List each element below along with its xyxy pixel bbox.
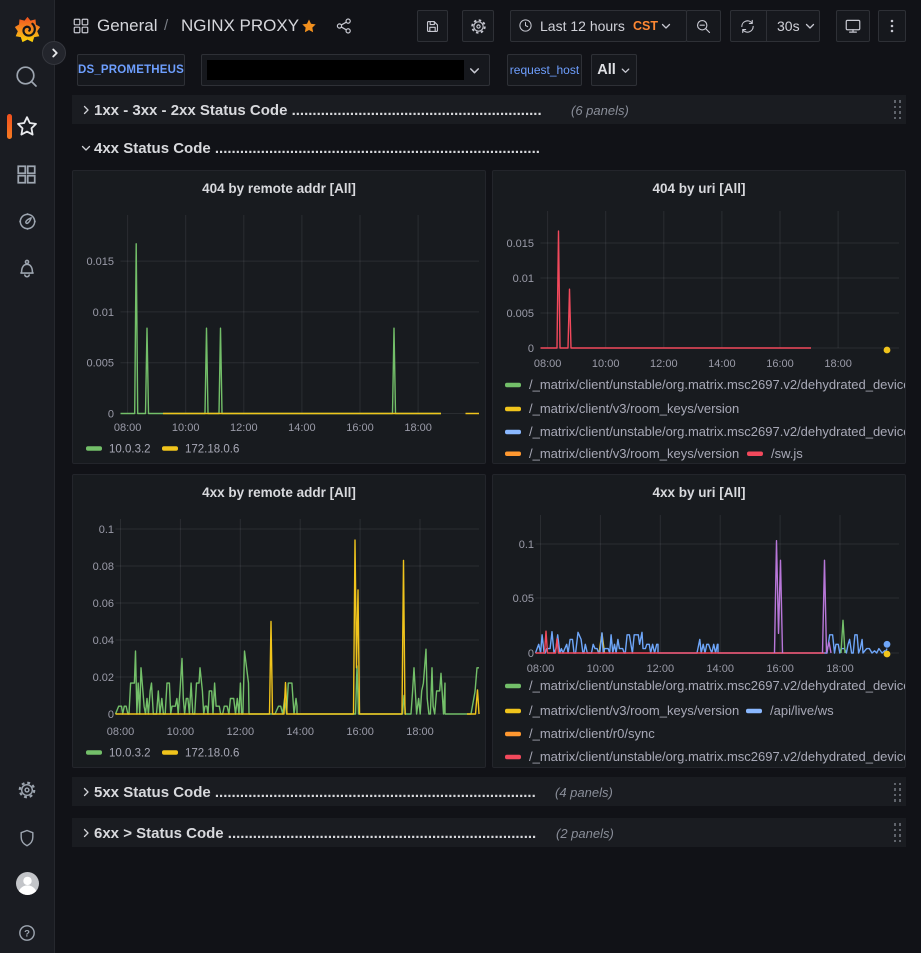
svg-text:/_matrix/client/v3/room_keys/v: /_matrix/client/v3/room_keys/version bbox=[529, 401, 739, 416]
svg-text:12:00: 12:00 bbox=[650, 358, 678, 370]
svg-text:0.015: 0.015 bbox=[506, 238, 534, 250]
svg-text:0.1: 0.1 bbox=[519, 539, 534, 551]
svg-text:0: 0 bbox=[528, 648, 534, 660]
svg-text:0.05: 0.05 bbox=[513, 593, 534, 605]
svg-text:14:00: 14:00 bbox=[706, 663, 734, 675]
svg-text:18:00: 18:00 bbox=[406, 726, 434, 738]
svg-text:0: 0 bbox=[108, 709, 114, 721]
svg-text:/sw.js: /sw.js bbox=[771, 446, 803, 461]
svg-text:172.18.0.6: 172.18.0.6 bbox=[185, 748, 239, 760]
svg-text:10:00: 10:00 bbox=[167, 726, 195, 738]
svg-text:10:00: 10:00 bbox=[587, 663, 615, 675]
svg-text:0.005: 0.005 bbox=[506, 308, 534, 320]
svg-text:12:00: 12:00 bbox=[227, 726, 255, 738]
svg-text:12:00: 12:00 bbox=[647, 663, 675, 675]
svg-text:10:00: 10:00 bbox=[592, 358, 620, 370]
svg-text:/_matrix/client/unstable/org.m: /_matrix/client/unstable/org.matrix.msc2… bbox=[529, 678, 905, 693]
svg-text:404 by uri [All]: 404 by uri [All] bbox=[652, 181, 745, 196]
svg-text:172.18.0.6: 172.18.0.6 bbox=[185, 444, 239, 456]
svg-text:16:00: 16:00 bbox=[766, 358, 794, 370]
svg-text:0.015: 0.015 bbox=[86, 256, 114, 268]
svg-text:0.06: 0.06 bbox=[93, 598, 114, 610]
svg-text:10.0.3.2: 10.0.3.2 bbox=[109, 748, 151, 760]
svg-text:?: ? bbox=[24, 929, 30, 940]
svg-text:08:00: 08:00 bbox=[534, 358, 562, 370]
svg-text:10.0.3.2: 10.0.3.2 bbox=[109, 444, 151, 456]
svg-text:16:00: 16:00 bbox=[346, 726, 374, 738]
svg-text:0.04: 0.04 bbox=[93, 635, 114, 647]
svg-text:14:00: 14:00 bbox=[286, 726, 314, 738]
svg-text:16:00: 16:00 bbox=[346, 422, 374, 434]
svg-text:10:00: 10:00 bbox=[172, 422, 200, 434]
svg-text:404 by remote addr [All]: 404 by remote addr [All] bbox=[202, 181, 356, 196]
svg-text:12:00: 12:00 bbox=[230, 422, 258, 434]
svg-text:4xx by remote addr [All]: 4xx by remote addr [All] bbox=[202, 485, 356, 500]
svg-text:0.1: 0.1 bbox=[99, 524, 114, 536]
svg-text:18:00: 18:00 bbox=[826, 663, 854, 675]
svg-text:14:00: 14:00 bbox=[708, 358, 736, 370]
svg-text:/_matrix/client/unstable/org.m: /_matrix/client/unstable/org.matrix.msc2… bbox=[529, 424, 905, 439]
svg-text:16:00: 16:00 bbox=[766, 663, 794, 675]
svg-text:0: 0 bbox=[108, 409, 114, 421]
svg-text:18:00: 18:00 bbox=[404, 422, 432, 434]
svg-text:/_matrix/client/v3/room_keys/v: /_matrix/client/v3/room_keys/version bbox=[529, 446, 739, 461]
svg-text:18:00: 18:00 bbox=[824, 358, 852, 370]
svg-text:08:00: 08:00 bbox=[527, 663, 555, 675]
svg-text:08:00: 08:00 bbox=[107, 726, 135, 738]
svg-text:/_matrix/client/unstable/org.m: /_matrix/client/unstable/org.matrix.msc2… bbox=[529, 749, 905, 764]
svg-text:/_matrix/client/v3/room_keys/v: /_matrix/client/v3/room_keys/version bbox=[529, 703, 739, 718]
svg-text:08:00: 08:00 bbox=[114, 422, 142, 434]
svg-text:/api/live/ws: /api/live/ws bbox=[770, 703, 834, 718]
svg-text:/_matrix/client/r0/sync: /_matrix/client/r0/sync bbox=[529, 726, 655, 741]
svg-text:0.01: 0.01 bbox=[513, 273, 534, 285]
svg-text:0.005: 0.005 bbox=[86, 358, 114, 370]
svg-text:0.08: 0.08 bbox=[93, 561, 114, 573]
svg-text:14:00: 14:00 bbox=[288, 422, 316, 434]
svg-text:0.01: 0.01 bbox=[93, 307, 114, 319]
svg-text:4xx by uri [All]: 4xx by uri [All] bbox=[652, 485, 745, 500]
svg-text:/_matrix/client/unstable/org.m: /_matrix/client/unstable/org.matrix.msc2… bbox=[529, 377, 905, 392]
svg-text:0: 0 bbox=[528, 343, 534, 355]
svg-text:0.02: 0.02 bbox=[93, 672, 114, 684]
